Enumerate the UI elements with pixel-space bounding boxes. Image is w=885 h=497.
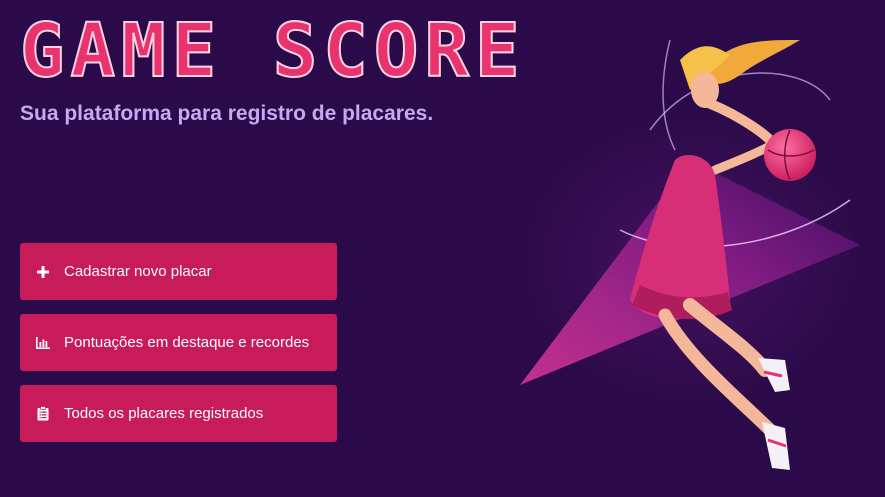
plus-icon — [20, 265, 64, 279]
basketball-player-illustration — [500, 0, 885, 492]
page-title: GAME SCORE — [19, 8, 526, 94]
all-scores-button[interactable]: Todos os placares registrados — [20, 385, 337, 442]
clipboard-list-icon — [20, 406, 64, 421]
page-subtitle: Sua plataforma para registro de placares… — [20, 102, 434, 125]
new-score-label: Cadastrar novo placar — [64, 263, 212, 280]
highlights-records-label: Pontuações em destaque e recordes — [64, 334, 310, 351]
new-score-button[interactable]: Cadastrar novo placar — [20, 243, 337, 300]
highlights-records-button[interactable]: Pontuações em destaque e recordes — [20, 314, 337, 371]
bar-chart-icon — [20, 336, 64, 350]
all-scores-label: Todos os placares registrados — [64, 405, 264, 422]
main-menu: Cadastrar novo placar Pontuações em dest… — [20, 243, 337, 456]
